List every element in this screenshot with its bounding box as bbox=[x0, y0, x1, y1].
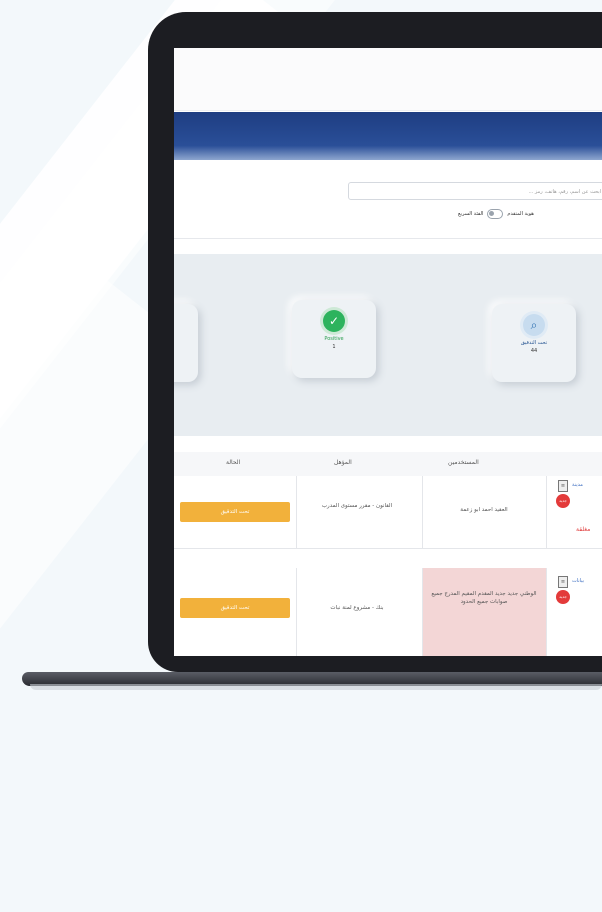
stat-card-positive[interactable]: ✓ Positive 1 bbox=[292, 300, 376, 378]
table-header: الحالة المؤهل المستخدمين bbox=[174, 452, 602, 477]
divider bbox=[546, 476, 547, 548]
row-link[interactable]: بيانات bbox=[572, 578, 584, 584]
new-badge: جديد bbox=[556, 590, 570, 604]
search-input[interactable]: ابحث عن اسم، رقم، هاتف، رمز ... bbox=[348, 182, 602, 200]
document-icon[interactable]: ≡ bbox=[558, 480, 568, 492]
new-badge: جديد bbox=[556, 494, 570, 508]
review-button[interactable]: تحت التدقيق bbox=[180, 598, 290, 618]
qualification-cell: بنك - مشروع لمنة نبات bbox=[330, 605, 384, 611]
stat-value: 44 bbox=[530, 348, 538, 354]
document-icon[interactable]: ≡ bbox=[558, 576, 568, 588]
quick-toggle[interactable] bbox=[487, 209, 504, 219]
navigation-bar bbox=[174, 112, 602, 160]
table-row: تحت التدقيق بنك - مشروع لمنة نبات الوطني… bbox=[174, 568, 602, 656]
table-row: تحت التدقيق القانون - مقرر مستوى المدرب … bbox=[174, 476, 602, 549]
status-text: مغلقة bbox=[576, 526, 591, 533]
divider bbox=[546, 568, 547, 656]
header-qualification: المؤهل bbox=[334, 459, 352, 466]
stats-area: ✓ Positive 1 ⌕ تحت التدقيق 44 bbox=[174, 254, 602, 436]
stat-label: Positive bbox=[324, 336, 344, 342]
stat-value: 1 bbox=[332, 344, 336, 350]
search-icon: ⌕ bbox=[523, 314, 545, 336]
option-quick-label: الفئة السريع bbox=[458, 211, 484, 217]
option-applicant-label: هوية المتقدم bbox=[507, 211, 534, 217]
laptop-shadow bbox=[30, 684, 602, 690]
user-cell: الوطني جديد جديد المقدم المقيم المدرج جم… bbox=[431, 591, 537, 605]
stat-card[interactable] bbox=[174, 304, 198, 382]
top-bar bbox=[174, 48, 602, 111]
review-button[interactable]: تحت التدقيق bbox=[180, 502, 290, 522]
qualification-cell: القانون - مقرر مستوى المدرب bbox=[321, 503, 393, 509]
row-link[interactable]: مدينة bbox=[572, 482, 583, 488]
check-icon: ✓ bbox=[323, 310, 345, 332]
stat-label: تحت التدقيق bbox=[520, 340, 548, 346]
divider bbox=[422, 568, 423, 656]
user-cell: العقيد احمد ابو زعمة bbox=[460, 507, 508, 513]
search-panel: ابحث عن اسم، رقم، هاتف، رمز ... هوية الم… bbox=[174, 166, 602, 239]
divider bbox=[296, 476, 297, 548]
header-users: المستخدمين bbox=[448, 459, 479, 466]
highlight-cell bbox=[422, 568, 546, 656]
search-options: هوية المتقدم الفئة السريع bbox=[458, 208, 534, 220]
header-status: الحالة bbox=[226, 459, 241, 466]
divider bbox=[422, 476, 423, 548]
stat-card-under-review[interactable]: ⌕ تحت التدقيق 44 bbox=[492, 304, 576, 382]
divider bbox=[296, 568, 297, 656]
laptop-screen: ابحث عن اسم، رقم، هاتف، رمز ... هوية الم… bbox=[174, 48, 602, 656]
